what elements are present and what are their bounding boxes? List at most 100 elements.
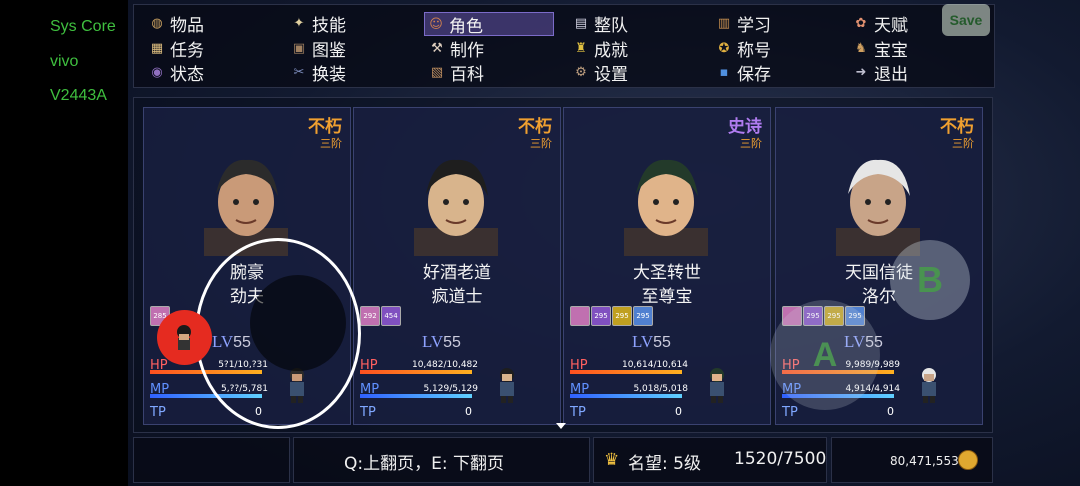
joystick-knob[interactable] — [157, 310, 212, 365]
menu-item-gear[interactable]: ⚙ 设置 — [572, 61, 628, 85]
menu-item-label: 宝宝 — [874, 40, 908, 61]
menu-item-exit[interactable]: ➜ 退出 — [852, 61, 908, 85]
tp-row: TP 0 — [360, 405, 472, 420]
floppy-icon: ▪ — [719, 64, 729, 80]
character-card[interactable]: 不朽 三阶 好酒老道 疯道士 292 454 LV55 HP 10,482/10,… — [353, 107, 561, 425]
character-name: 至尊宝 — [641, 287, 693, 307]
menu-item-medal[interactable]: ✪ 称号 — [715, 37, 771, 61]
menu-item-floppy[interactable]: ▪ 保存 — [715, 61, 771, 85]
tier-label: 三阶 — [530, 137, 552, 150]
player-sprite-icon — [177, 325, 191, 350]
menu-item-label: 保存 — [737, 64, 771, 85]
menu-item-label: 退出 — [874, 64, 908, 85]
exit-icon: ➜ — [855, 64, 867, 80]
character-portrait — [836, 159, 920, 256]
rarity-label: 不朽 — [518, 117, 552, 137]
hp-value: 10,482/10,482 — [411, 360, 478, 370]
status-badge: 292 — [360, 306, 380, 326]
talent-icon: ✿ — [855, 15, 867, 31]
character-sprite — [922, 368, 936, 403]
mask-icon: ☺ — [429, 16, 443, 32]
status-icon: ◉ — [151, 64, 163, 80]
menu-item-label: 学习 — [737, 15, 771, 36]
menu-item-label: 物品 — [170, 15, 204, 36]
gold-box: 80,471,553 — [831, 437, 993, 483]
menu-item-encyclopedia[interactable]: ▧ 百科 — [428, 61, 484, 85]
skill-icon: ✦ — [293, 15, 305, 31]
status-badges: 295 295 295 — [570, 306, 653, 326]
status-badges: 292 454 — [360, 306, 401, 326]
menu-item-label: 称号 — [737, 40, 771, 61]
joystick-ring[interactable] — [195, 238, 361, 429]
status-badge: 295 — [591, 306, 611, 326]
bottom-bar: Q:上翻页，E: 下翻页 ♛ 名望: 5级 1520/7500 80,471,5… — [133, 423, 993, 483]
menu-item-book[interactable]: ▥ 学习 — [715, 12, 771, 36]
gear-icon: ⚙ — [575, 64, 587, 80]
character-card[interactable]: 史诗 三阶 大圣转世 至尊宝 295 295 295 LV55 HP 10,614/… — [563, 107, 771, 425]
menu-item-label: 整队 — [594, 15, 628, 36]
menu-item-trophy[interactable]: ♜ 成就 — [572, 37, 628, 61]
character-portrait — [624, 159, 708, 256]
tier-label: 三阶 — [952, 137, 974, 150]
save-button[interactable]: Save — [942, 4, 990, 36]
pet-icon: ♞ — [855, 40, 867, 56]
b-button[interactable]: B — [890, 240, 970, 320]
menu-item-label: 百科 — [450, 64, 484, 85]
character-name: 疯道士 — [431, 287, 483, 307]
menu-item-talent[interactable]: ✿ 天赋 — [852, 12, 908, 36]
menu-item-label: 成就 — [594, 40, 628, 61]
mp-bar: MP 5,018/5,018 — [570, 382, 688, 398]
vendor-label: vivo — [50, 53, 79, 70]
menu-item-outfit[interactable]: ✂ 换装 — [290, 61, 346, 85]
status-badge: 454 — [381, 306, 401, 326]
trophy-icon: ♜ — [575, 40, 587, 56]
menu-item-status[interactable]: ◉ 状态 — [148, 61, 204, 85]
tp-value: 0 — [465, 405, 472, 418]
status-badge: 295 — [612, 306, 632, 326]
fame-progress: 1520/7500 — [734, 449, 827, 469]
menu-item-pet[interactable]: ♞ 宝宝 — [852, 37, 908, 61]
rarity-label: 史诗 — [728, 117, 762, 137]
character-title: 大圣转世 — [633, 263, 701, 283]
menu-item-label: 换装 — [312, 64, 346, 85]
a-button[interactable]: A — [770, 300, 880, 410]
menu-item-skill[interactable]: ✦ 技能 — [290, 12, 346, 36]
hp-bar: HP 10,614/10,614 — [570, 358, 688, 374]
page-hint: Q:上翻页，E: 下翻页 — [344, 454, 504, 474]
menu-item-label: 设置 — [594, 64, 628, 85]
system-sidebar: Sys Core vivo V2443A — [0, 0, 128, 486]
menu-item-label: 角色 — [449, 16, 483, 37]
menu-item-codex[interactable]: ▣ 图鉴 — [290, 37, 346, 61]
fame-level: 名望: 5级 — [628, 454, 701, 474]
status-badge — [570, 306, 590, 326]
menu-item-label: 技能 — [312, 15, 346, 36]
menu-item-mask[interactable]: ☺ 角色 — [424, 12, 554, 37]
menu-item-formation[interactable]: ▤ 整队 — [572, 12, 628, 36]
level-label: LV55 — [422, 332, 461, 351]
menu-item-craft[interactable]: ⚒ 制作 — [428, 37, 484, 61]
tier-label: 三阶 — [740, 137, 762, 150]
rarity-label: 不朽 — [308, 117, 342, 137]
menu-item-bag[interactable]: ◍ 物品 — [148, 12, 204, 36]
tp-value: 0 — [675, 405, 682, 418]
menu-item-label: 图鉴 — [312, 40, 346, 61]
mp-bar: MP 5,129/5,129 — [360, 382, 478, 398]
rarity-label: 不朽 — [940, 117, 974, 137]
status-badge: 295 — [633, 306, 653, 326]
medal-icon: ✪ — [718, 40, 730, 56]
character-sprite — [710, 368, 724, 403]
encyclopedia-icon: ▧ — [430, 64, 444, 80]
scroll-down-arrow[interactable] — [556, 423, 566, 429]
model-label: V2443A — [50, 87, 107, 104]
mp-value: 5,129/5,129 — [423, 384, 478, 394]
craft-icon: ⚒ — [431, 40, 443, 56]
menu-item-scroll[interactable]: ▦ 任务 — [148, 37, 204, 61]
bag-icon: ◍ — [151, 15, 163, 31]
book-icon: ▥ — [717, 15, 731, 31]
brand-label: Sys Core — [50, 18, 116, 35]
hp-value: 10,614/10,614 — [621, 360, 688, 370]
character-portrait — [414, 159, 498, 256]
tier-label: 三阶 — [320, 137, 342, 150]
character-sprite — [500, 368, 514, 403]
fame-box: ♛ 名望: 5级 1520/7500 — [593, 437, 827, 483]
